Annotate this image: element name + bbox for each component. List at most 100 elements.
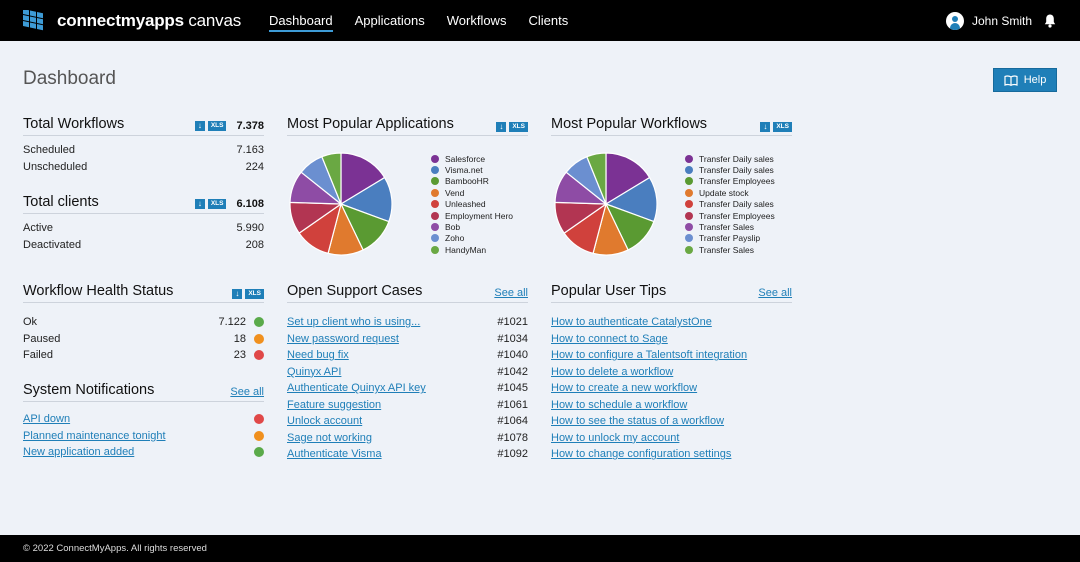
support-case-row: Sage not working #1078 — [287, 430, 528, 447]
support-case-row: Authenticate Visma #1092 — [287, 446, 528, 463]
user-tip-row: How to schedule a workflow — [551, 397, 792, 414]
notifications-see-all-link[interactable]: See all — [230, 386, 264, 398]
user-tip-link[interactable]: How to schedule a workflow — [551, 399, 687, 411]
legend-label: Transfer Employees — [699, 176, 775, 187]
support-case-link[interactable]: Authenticate Visma — [287, 448, 382, 460]
download-icon[interactable]: ↓ — [194, 199, 205, 209]
page-title: Dashboard — [23, 68, 116, 89]
user-tip-row: How to create a new workflow — [551, 380, 792, 397]
download-icon[interactable]: ↓ — [760, 122, 771, 132]
xls-export-button[interactable]: XLS — [773, 122, 792, 132]
stat-row: Deactivated 208 — [23, 238, 264, 251]
legend-label: Transfer Daily sales — [699, 199, 774, 210]
total-clients-panel: Total clients ↓ XLS 6.108 Active 5.990 De… — [23, 192, 264, 253]
support-case-link[interactable]: Quinyx API — [287, 366, 341, 378]
support-case-link[interactable]: Authenticate Quinyx API key — [287, 382, 426, 394]
status-dot-icon — [254, 333, 264, 344]
support-case-link[interactable]: New password request — [287, 333, 399, 345]
legend-item: Vend — [431, 187, 513, 198]
legend-label: Visma.net — [445, 165, 483, 176]
help-label: Help — [1023, 74, 1047, 86]
nav-applications[interactable]: Applications — [355, 0, 425, 41]
help-button[interactable]: Help — [993, 68, 1057, 92]
support-case-id: #1034 — [497, 332, 528, 345]
total-workflows-count: 7.378 — [236, 120, 264, 132]
notification-link[interactable]: API down — [23, 413, 70, 425]
support-see-all-link[interactable]: See all — [494, 287, 528, 299]
nav-clients[interactable]: Clients — [528, 0, 568, 41]
logo[interactable]: connectmyapps canvas — [23, 9, 241, 32]
legend-item: Zoho — [431, 233, 513, 244]
notification-link[interactable]: New application added — [23, 446, 134, 458]
xls-export-button[interactable]: XLS — [207, 121, 227, 131]
user-tip-row: How to unlock my account — [551, 430, 792, 447]
bell-icon[interactable] — [1044, 14, 1056, 28]
user-tip-row: How to connect to Sage — [551, 331, 792, 348]
legend-swatch — [685, 245, 693, 254]
download-icon[interactable]: ↓ — [194, 121, 205, 131]
legend-swatch — [431, 177, 439, 186]
notification-link[interactable]: Planned maintenance tonight — [23, 430, 166, 442]
legend-label: Update stock — [699, 187, 749, 198]
user-tip-link[interactable]: How to connect to Sage — [551, 333, 668, 345]
popular-workflows-legend: Transfer Daily sales Transfer Daily sales… — [685, 153, 775, 256]
tips-see-all-link[interactable]: See all — [758, 287, 792, 299]
download-icon[interactable]: ↓ — [232, 289, 243, 299]
xls-export-button[interactable]: XLS — [207, 199, 227, 209]
legend-label: BambooHR — [445, 176, 489, 187]
book-icon — [1004, 74, 1018, 86]
user-tip-link[interactable]: How to create a new workflow — [551, 382, 697, 394]
legend-swatch — [431, 211, 439, 220]
health-count: 7.122 — [218, 316, 246, 329]
legend-swatch — [685, 200, 693, 209]
legend-item: Transfer Sales — [685, 244, 775, 255]
system-notifications-title: System Notifications — [23, 382, 155, 398]
legend-label: Transfer Sales — [699, 222, 754, 233]
health-status-value: 7.122 — [218, 316, 264, 328]
stat-row: Unscheduled 224 — [23, 160, 264, 173]
legend-label: Employment Hero — [445, 210, 514, 221]
notification-row: Planned maintenance tonight — [23, 428, 264, 445]
legend-item: Transfer Daily sales — [685, 153, 775, 164]
xls-export-button[interactable]: XLS — [245, 289, 264, 299]
user-tip-link[interactable]: How to unlock my account — [551, 432, 679, 444]
legend-swatch — [431, 166, 439, 175]
user-tip-link[interactable]: How to change configuration settings — [551, 448, 731, 460]
legend-label: HandyMan — [445, 244, 487, 255]
legend-swatch — [685, 166, 693, 175]
health-status-row: Ok 7.122 — [23, 314, 264, 331]
support-case-link[interactable]: Unlock account — [287, 415, 362, 427]
user-tip-row: How to change configuration settings — [551, 446, 792, 463]
nav-dashboard[interactable]: Dashboard — [269, 0, 333, 41]
legend-swatch — [431, 188, 439, 197]
support-case-link[interactable]: Sage not working — [287, 432, 372, 444]
support-case-id: #1064 — [497, 415, 528, 428]
user-menu[interactable]: John Smith — [945, 0, 1056, 41]
status-dot-icon — [254, 414, 264, 425]
user-tip-link[interactable]: How to authenticate CatalystOne — [551, 316, 712, 328]
popular-workflows-panel: Most Popular Workflows ↓ XLS — [551, 114, 792, 136]
legend-swatch — [685, 211, 693, 220]
support-case-link[interactable]: Feature suggestion — [287, 399, 381, 411]
support-case-row: Quinyx API #1042 — [287, 364, 528, 381]
footer: © 2022 ConnectMyApps. All rights reserve… — [0, 535, 1080, 562]
nav-workflows[interactable]: Workflows — [447, 0, 507, 41]
legend-swatch — [431, 245, 439, 254]
legend-label: Vend — [445, 187, 465, 198]
support-case-link[interactable]: Need bug fix — [287, 349, 349, 361]
xls-export-button[interactable]: XLS — [509, 122, 528, 132]
download-icon[interactable]: ↓ — [496, 122, 507, 132]
user-tip-link[interactable]: How to see the status of a workflow — [551, 415, 724, 427]
support-case-row: New password request #1034 — [287, 331, 528, 348]
health-status-label: Failed — [23, 349, 53, 362]
legend-item: Transfer Daily sales — [685, 164, 775, 175]
user-tip-row: How to delete a workflow — [551, 364, 792, 381]
legend-swatch — [685, 188, 693, 197]
user-tip-link[interactable]: How to delete a workflow — [551, 366, 673, 378]
user-tip-link[interactable]: How to configure a Talentsoft integratio… — [551, 349, 747, 361]
legend-item: Salesforce — [431, 153, 513, 164]
legend-item: Transfer Payslip — [685, 233, 775, 244]
legend-item: Update stock — [685, 187, 775, 198]
support-case-link[interactable]: Set up client who is using... — [287, 316, 420, 328]
legend-swatch — [685, 177, 693, 186]
